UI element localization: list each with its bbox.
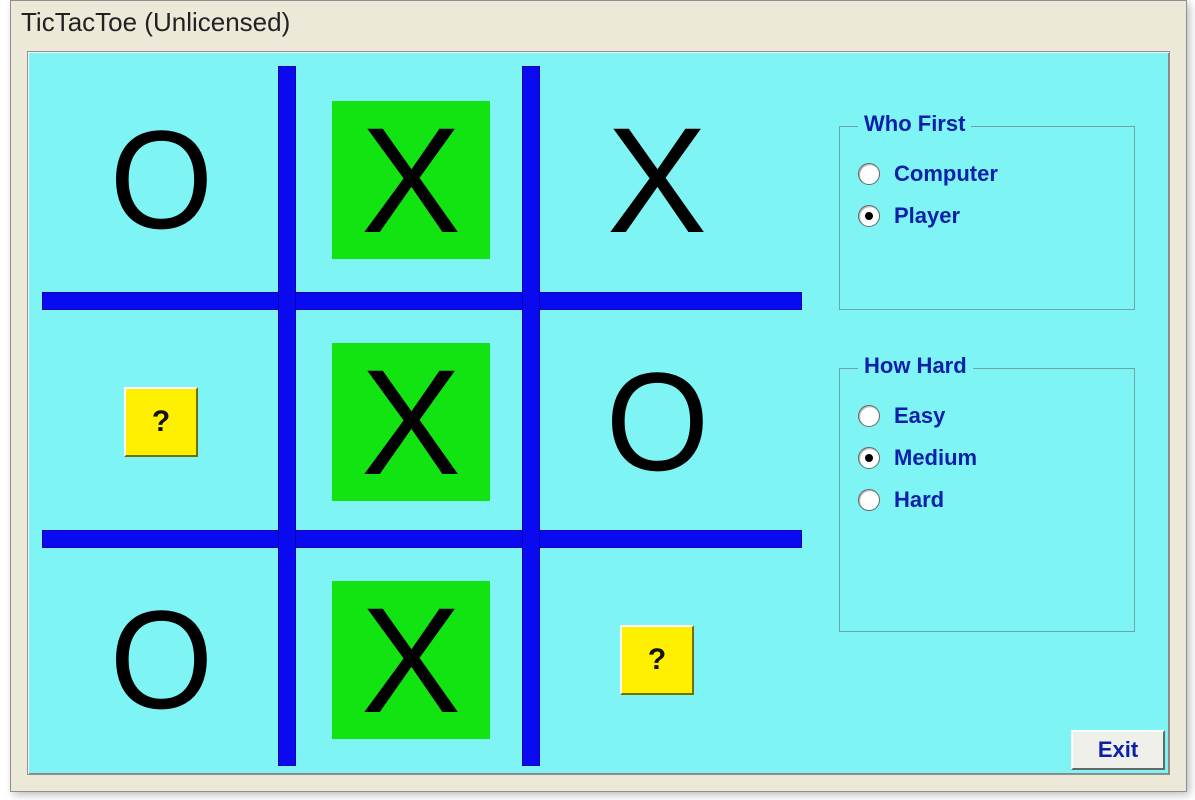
radio-icon — [858, 447, 880, 469]
mark-x: X — [361, 585, 461, 735]
win-highlight: X — [332, 101, 490, 259]
grid-line — [42, 530, 802, 548]
grid-line — [278, 66, 296, 766]
radio-label: Hard — [894, 487, 944, 513]
mark-x: X — [361, 105, 461, 255]
board-cell-2-1[interactable]: X — [296, 550, 526, 770]
mark-x: X — [361, 347, 461, 497]
exit-button[interactable]: Exit — [1071, 730, 1165, 770]
radio-label: Easy — [894, 403, 945, 429]
mark-o: O — [109, 590, 212, 730]
board-cell-1-2[interactable]: O — [542, 312, 772, 532]
radio-icon — [858, 205, 880, 227]
board-cell-0-1[interactable]: X — [296, 70, 526, 290]
radio-dot-icon — [865, 454, 873, 462]
window-title: TicTacToe (Unlicensed) — [11, 1, 1186, 42]
board-cell-0-2[interactable]: X — [542, 70, 772, 290]
question-mark-icon[interactable]: ? — [620, 625, 694, 695]
radio-icon — [858, 163, 880, 185]
radio-hard[interactable]: Hard — [858, 487, 1116, 513]
how-hard-group: How Hard Easy Medium Hard — [839, 368, 1135, 632]
mark-x: X — [607, 105, 707, 255]
mark-o: O — [109, 110, 212, 250]
radio-label: Player — [894, 203, 960, 229]
who-first-group: Who First Computer Player — [839, 126, 1135, 310]
client-area: O X X ? X O — [27, 51, 1170, 775]
mark-o: O — [605, 352, 708, 492]
how-hard-legend: How Hard — [858, 353, 973, 379]
radio-player[interactable]: Player — [858, 203, 1116, 229]
board-cell-2-2[interactable]: ? — [542, 550, 772, 770]
question-mark-icon[interactable]: ? — [124, 387, 198, 457]
radio-medium[interactable]: Medium — [858, 445, 1116, 471]
radio-icon — [858, 489, 880, 511]
radio-label: Medium — [894, 445, 977, 471]
grid-line — [42, 292, 802, 310]
game-board: O X X ? X O — [42, 66, 802, 766]
app-window: TicTacToe (Unlicensed) O X X ? — [10, 0, 1187, 792]
radio-icon — [858, 405, 880, 427]
win-highlight: X — [332, 343, 490, 501]
board-cell-0-0[interactable]: O — [46, 70, 276, 290]
win-highlight: X — [332, 581, 490, 739]
who-first-legend: Who First — [858, 111, 971, 137]
radio-dot-icon — [865, 212, 873, 220]
radio-easy[interactable]: Easy — [858, 403, 1116, 429]
board-cell-1-0[interactable]: ? — [46, 312, 276, 532]
board-cell-2-0[interactable]: O — [46, 550, 276, 770]
radio-label: Computer — [894, 161, 998, 187]
board-cell-1-1[interactable]: X — [296, 312, 526, 532]
radio-computer[interactable]: Computer — [858, 161, 1116, 187]
